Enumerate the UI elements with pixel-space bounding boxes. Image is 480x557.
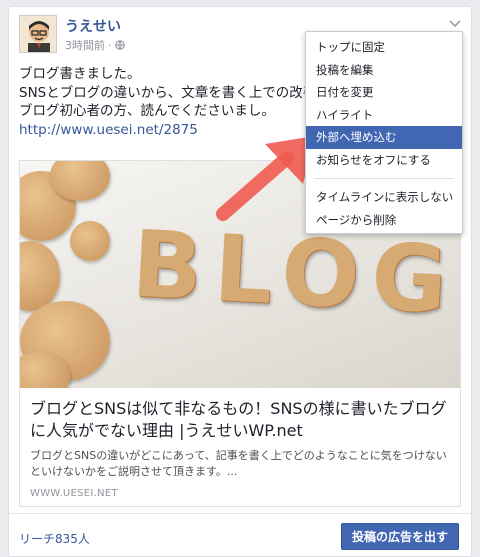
post-options-menu: トップに固定 投稿を編集 日付を変更 ハイライト 外部へ埋め込む お知らせをオフ…	[305, 31, 463, 234]
chevron-down-icon[interactable]	[449, 17, 461, 31]
author-name[interactable]: うえせい	[65, 16, 121, 36]
menu-item-highlight[interactable]: ハイライト	[306, 104, 462, 127]
menu-item-change-date[interactable]: 日付を変更	[306, 81, 462, 104]
preview-title[interactable]: ブログとSNSは似て非なるもの！SNSの様に書いたブログに人気がでない理由 |う…	[30, 398, 450, 442]
menu-item-delete-from-page[interactable]: ページから削除	[306, 209, 462, 232]
cookie-shape	[20, 241, 60, 311]
post-meta: 3時間前 ·	[65, 37, 125, 53]
post-time[interactable]: 3時間前	[65, 37, 105, 53]
menu-item-pin-to-top[interactable]: トップに固定	[306, 36, 462, 59]
preview-description: ブログとSNSの違いがどこにあって、記事を書く上でどのようなことに気をつけないと…	[30, 449, 447, 478]
post-footer: リーチ835人 投稿の広告を出す	[9, 513, 471, 557]
menu-item-hide-from-timeline[interactable]: タイムラインに表示しない	[306, 186, 462, 209]
avatar-illustration	[20, 16, 56, 52]
post-line: ブログ書きました。	[19, 66, 141, 82]
preview-domain: WWW.UESEI.NET	[30, 488, 118, 499]
post-line: ブログ初心者の方、読んでくださいまし。	[19, 103, 275, 119]
post-line: SNSとブログの違いから、文章を書く上での改善	[19, 84, 309, 101]
boost-post-button[interactable]: 投稿の広告を出す	[340, 523, 459, 550]
menu-divider	[314, 178, 454, 179]
avatar[interactable]	[19, 15, 57, 53]
globe-icon[interactable]	[114, 40, 125, 50]
menu-item-edit-post[interactable]: 投稿を編集	[306, 59, 462, 82]
meta-separator: ·	[108, 38, 112, 52]
cookie-shape	[70, 221, 110, 261]
menu-item-embed[interactable]: 外部へ埋め込む	[306, 126, 462, 149]
menu-item-turn-off-notifications[interactable]: お知らせをオフにする	[306, 149, 462, 172]
reach-count[interactable]: リーチ835人	[19, 530, 90, 547]
